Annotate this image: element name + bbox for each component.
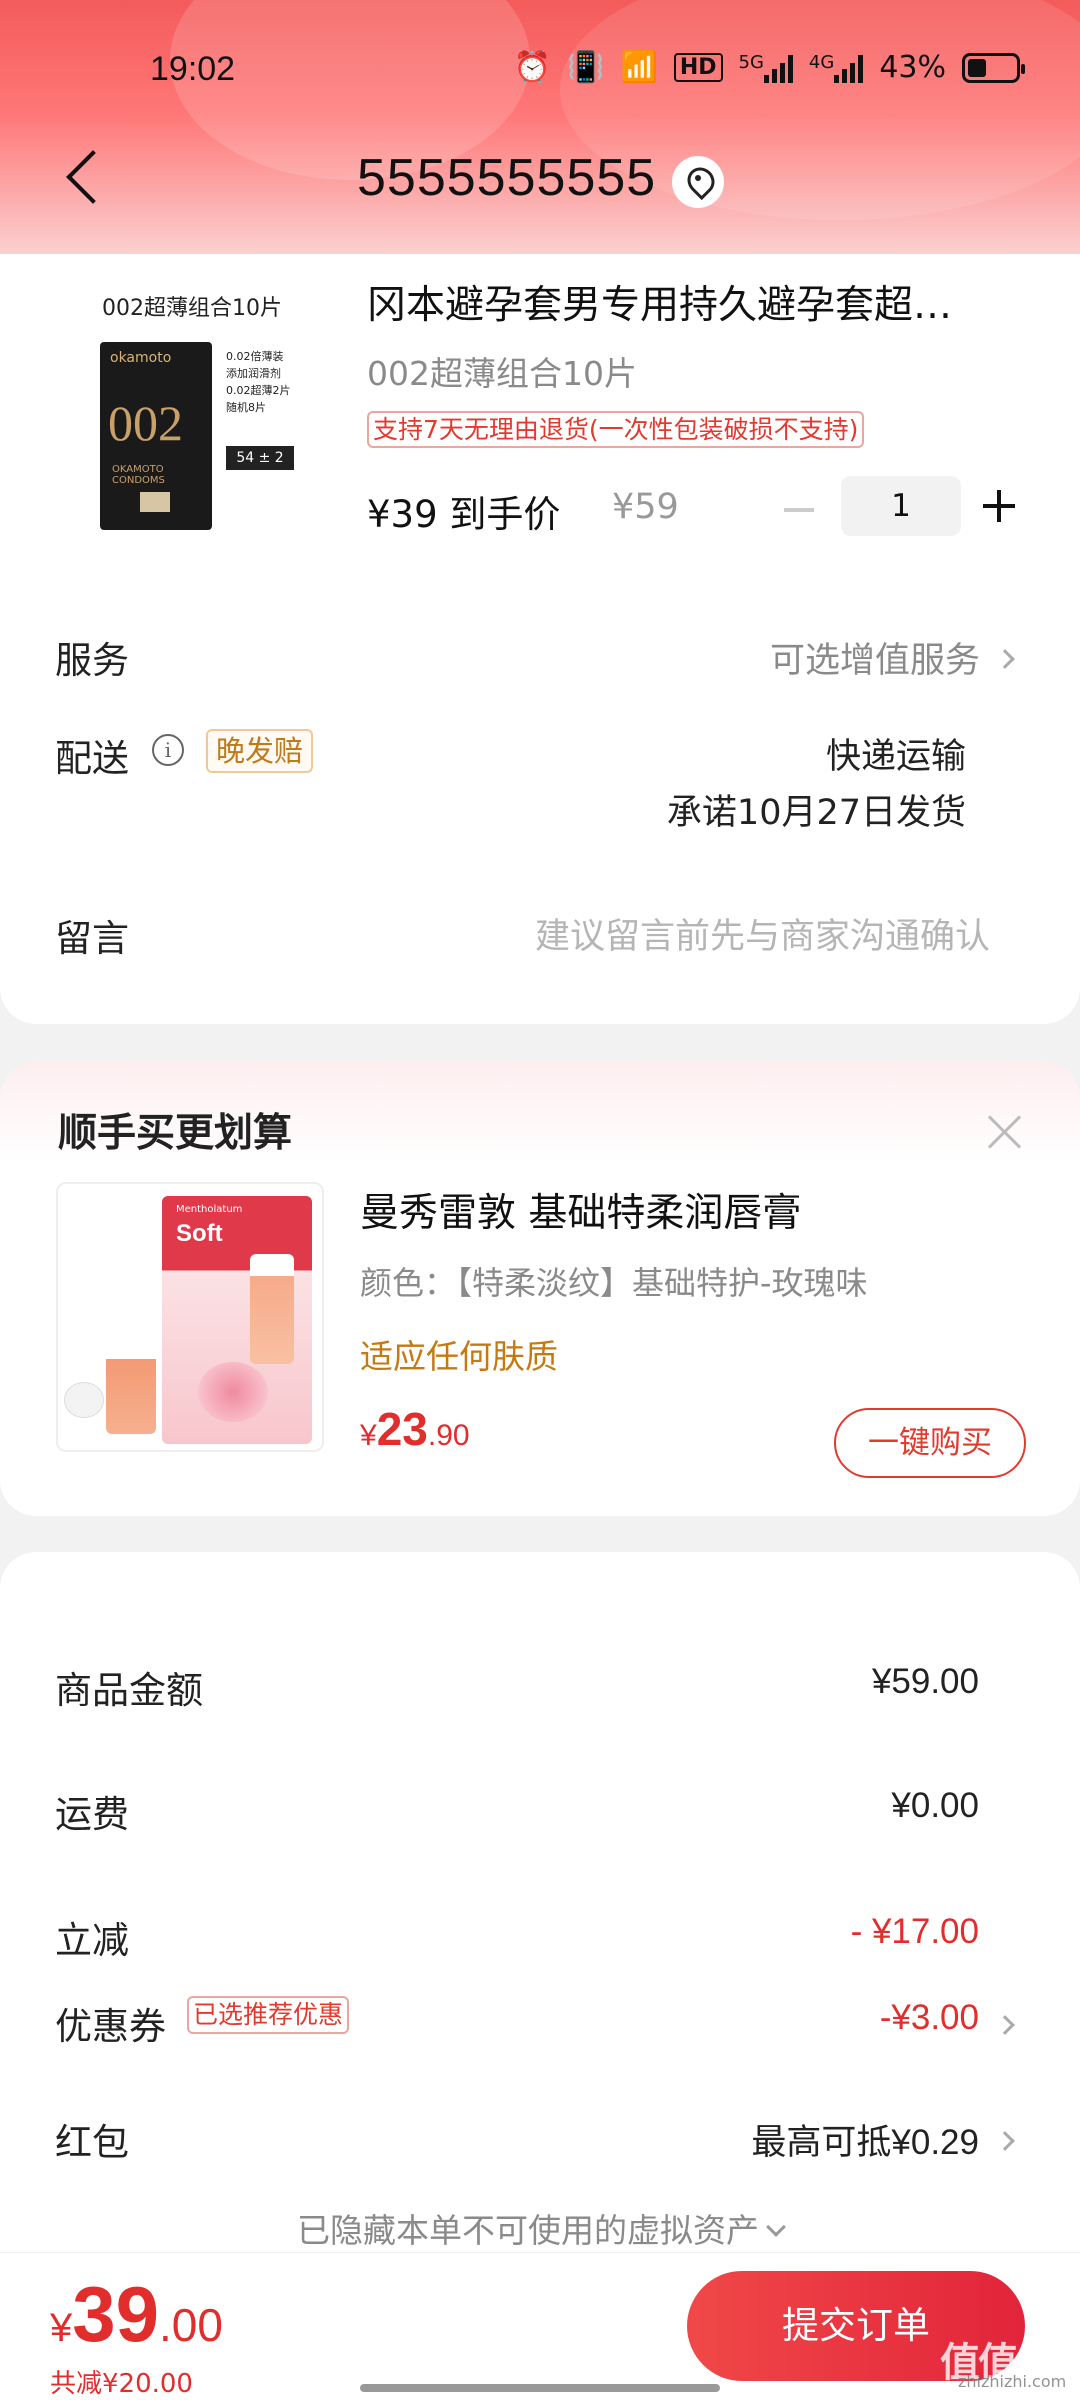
status-bar: 19:02 ⏰ 📳 📶 HD 5G 4G 43% [0,40,1080,100]
chevron-right-icon[interactable] [995,2131,1015,2151]
hd-icon: HD [673,53,723,82]
upsell-price-int: 23 [376,1403,428,1455]
4g-label: 4G [808,51,835,73]
freight-value: ¥0.00 [891,1786,979,1825]
cotton-graphic [64,1382,104,1418]
delivery-label: 配送 [55,737,129,780]
lipbalm-brand: Mentholatum [176,1204,243,1215]
quantity-plus-button[interactable] [983,490,1015,522]
goods-amount-value: ¥59.00 [871,1662,979,1701]
box-brand: okamoto [110,350,172,366]
battery-icon [962,52,1025,83]
box-size-pill: 54 ± 2 mm [226,446,294,490]
status-time: 19:02 [150,50,236,88]
info-icon[interactable]: i [152,734,184,766]
upsell-product-name[interactable]: 曼秀雷敦 基础特柔润唇膏 [360,1182,801,1238]
late-compensation-badge: 晚发赔 [206,729,314,773]
message-label: 留言 [55,917,129,960]
upsell-product-tagline: 适应任何肤质 [360,1337,558,1376]
battery-percent: 43% [879,50,946,85]
box-subtitle: OKAMOTO CONDOMS [112,464,165,486]
rose-graphic [198,1362,268,1422]
total-price: ¥39.00 [50,2269,223,2360]
price-original: ¥59 [612,487,679,527]
5g-signal-icon: 5G [738,51,793,83]
address-phone[interactable]: 5555555555 [357,148,656,208]
price-final: ¥39 到手价 [367,493,561,536]
service-value[interactable]: 可选增值服务 [770,632,980,683]
wifi-icon: 📶 [620,50,658,85]
discount-value: - ¥17.00 [850,1912,979,1951]
product-image[interactable]: 002超薄组合10片 okamoto 002 OKAMOTO CONDOMS 0… [70,270,330,540]
product-box: okamoto 002 OKAMOTO CONDOMS [100,342,212,530]
checkout-bar: ¥39.00 共减¥20.00 提交订单 [0,2252,1080,2400]
box-specs: 0.02倍薄装 添加润滑剂 0.02超薄2片 随机8片 [226,350,291,414]
product-image-caption: 002超薄组合10片 [102,296,282,321]
lipbalm-soft-text: Soft [176,1220,223,1247]
alarm-icon: ⏰ [513,50,552,85]
service-label: 服务 [55,639,129,682]
back-button[interactable] [62,150,102,210]
redpacket-value[interactable]: 最高可抵¥0.29 [751,2114,979,2165]
redpacket-label: 红包 [55,2121,129,2164]
status-icons: ⏰ 📳 📶 HD 5G 4G 43% [513,50,1025,85]
coupon-value[interactable]: -¥3.00 [880,1998,979,2038]
upsell-product-color: 颜色：【特柔淡纹】基础特护-玫瑰味 [360,1264,868,1302]
lipbalm-stick [106,1334,156,1434]
box-tag [140,492,170,512]
box-big-number: 002 [108,395,183,451]
order-card: 002超薄组合10片 okamoto 002 OKAMOTO CONDOMS 0… [0,254,1080,1024]
close-icon[interactable] [985,1112,1025,1152]
coupon-label: 优惠券 [55,2005,166,2048]
total-saved: 共减¥20.00 [50,2369,193,2399]
chevron-right-icon[interactable] [995,2015,1015,2035]
location-pin-icon[interactable] [672,156,724,208]
watermark-url: zhizhizhi.com [958,2372,1067,2391]
delivery-method: 快递运输 [825,737,966,777]
upsell-price-dec: .90 [427,1419,470,1452]
lipbalm-stick [250,1254,294,1364]
upsell-price-currency: ¥ [360,1419,377,1452]
header: 19:02 ⏰ 📳 📶 HD 5G 4G 43% 5555555555 [0,0,1080,254]
coupon-badge: 已选推荐优惠 [187,1996,350,2034]
discount-label: 立减 [55,1919,129,1962]
home-indicator[interactable] [360,2384,720,2392]
5g-label: 5G [738,51,764,73]
vibrate-icon: 📳 [567,50,605,85]
total-int: 39 [72,2270,160,2358]
chevron-right-icon[interactable] [995,649,1015,669]
message-input[interactable]: 建议留言前先与商家沟通确认 [535,908,990,959]
upsell-price: ¥23.90 [360,1402,470,1456]
freight-label: 运费 [55,1793,129,1836]
quantity-input[interactable]: 1 [841,476,961,536]
hidden-assets-toggle[interactable]: 已隐藏本单不可使用的虚拟资产 [0,2204,1080,2252]
product-title[interactable]: 冈本避孕套男专用持久避孕套超… [367,274,952,330]
total-dec: .00 [159,2299,223,2351]
goods-amount-label: 商品金额 [55,1669,203,1712]
4g-signal-icon: 4G [808,51,864,83]
quantity-minus-button[interactable] [784,508,814,512]
return-policy-badge: 支持7天无理由退货(一次性包装破损不支持) [367,411,865,448]
total-currency: ¥ [50,2306,73,2350]
hidden-assets-text: 已隐藏本单不可使用的虚拟资产 [297,2211,759,2250]
signal-bars-icon [834,53,864,83]
signal-bars-icon [763,53,793,83]
product-spec[interactable]: 002超薄组合10片 [367,347,637,395]
chevron-down-icon [766,2217,786,2237]
one-click-buy-button[interactable]: 一键购买 [834,1408,1026,1478]
upsell-title: 顺手买更划算 [58,1111,293,1156]
upsell-product-image[interactable]: Mentholatum Soft [56,1182,324,1452]
upsell-card: 顺手买更划算 Mentholatum Soft 曼秀雷敦 基础特柔润唇膏 颜色：… [0,1062,1080,1516]
delivery-promise: 承诺10月27日发货 [666,793,966,833]
